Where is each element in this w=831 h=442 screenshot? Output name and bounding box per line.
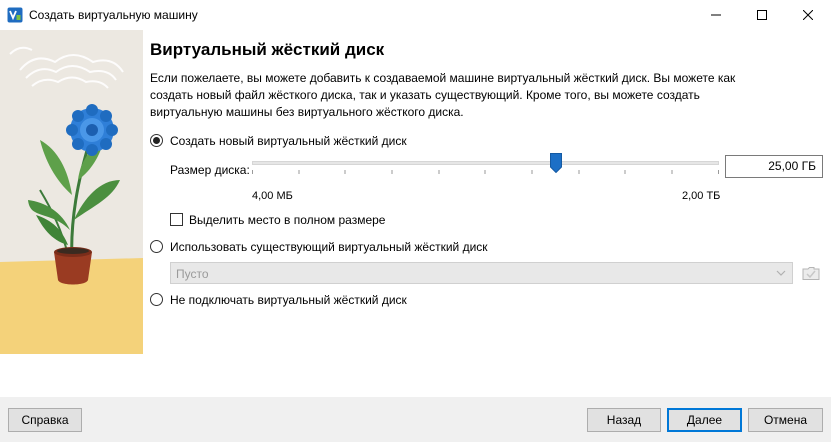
slider-ticks <box>252 170 719 174</box>
minimize-icon <box>711 14 721 16</box>
maximize-button[interactable] <box>739 0 785 30</box>
close-icon <box>803 10 813 20</box>
wizard-illustration <box>0 30 143 354</box>
create-new-disk-label[interactable]: Создать новый виртуальный жёсткий диск <box>170 134 407 148</box>
existing-disk-dropdown[interactable]: Пусто <box>170 262 793 284</box>
no-disk-radio[interactable] <box>150 293 163 306</box>
disk-size-label: Размер диска: <box>170 163 250 177</box>
close-button[interactable] <box>785 0 831 30</box>
cancel-button[interactable]: Отмена <box>748 408 823 432</box>
use-existing-disk-radio[interactable] <box>150 240 163 253</box>
page-description: Если пожелаете, вы можете добавить к соз… <box>150 71 736 119</box>
preallocate-label[interactable]: Выделить место в полном размере <box>189 213 385 227</box>
chevron-down-icon <box>776 270 786 276</box>
disk-size-slider[interactable] <box>252 161 719 165</box>
folder-icon <box>802 267 820 280</box>
help-button[interactable]: Справка <box>8 408 82 432</box>
preallocate-checkbox[interactable] <box>170 213 183 226</box>
window-title: Создать виртуальную машину <box>29 8 198 22</box>
no-disk-label[interactable]: Не подключать виртуальный жёсткий диск <box>170 293 407 307</box>
choose-disk-file-button[interactable] <box>800 262 822 284</box>
create-new-disk-radio[interactable] <box>150 134 163 147</box>
virtualbox-app-icon <box>7 7 23 23</box>
back-button[interactable]: Назад <box>587 408 661 432</box>
page-title: Виртуальный жёсткий диск <box>150 40 385 59</box>
maximize-icon <box>757 10 767 20</box>
title-bar: Создать виртуальную машину <box>0 0 831 30</box>
slider-handle[interactable] <box>549 153 562 173</box>
disk-size-input[interactable]: 25,00 ГБ <box>725 155 823 178</box>
existing-disk-selected: Пусто <box>176 267 209 281</box>
disk-size-max-label: 2,00 ТБ <box>682 190 721 202</box>
flower-pot-illustration <box>0 30 143 354</box>
use-existing-disk-label[interactable]: Использовать существующий виртуальный жё… <box>170 240 488 254</box>
disk-size-min-label: 4,00 МБ <box>252 190 293 202</box>
minimize-button[interactable] <box>693 0 739 30</box>
next-button[interactable]: Далее <box>667 408 742 432</box>
